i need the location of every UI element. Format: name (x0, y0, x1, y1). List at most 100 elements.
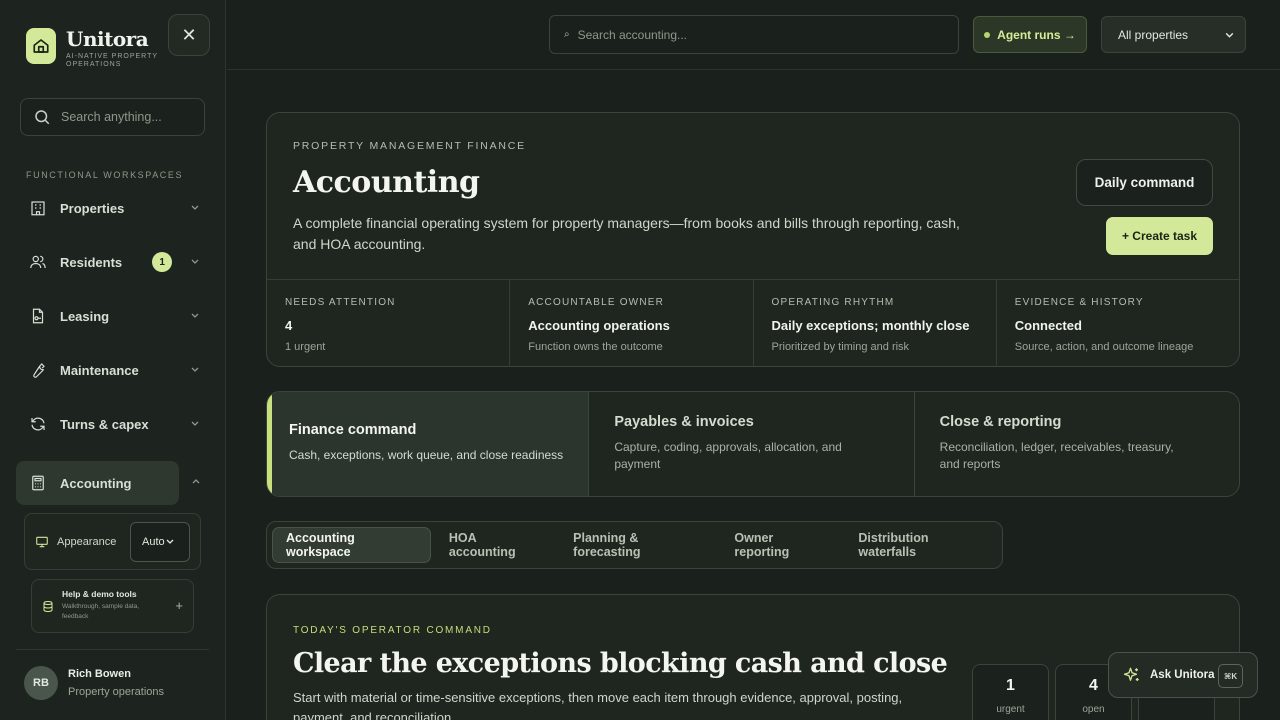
user-profile[interactable]: RB Rich Bowen Property operations (24, 666, 164, 700)
metric-label: open (1082, 704, 1105, 715)
segment-title: Close & reporting (939, 414, 1062, 430)
ask-label: Ask Unitora (1150, 669, 1215, 681)
calculator-icon (28, 473, 48, 493)
tab-planning-forecasting[interactable]: Planning & forecasting (560, 527, 716, 563)
accounting-hero: PROPERTY MANAGEMENT FINANCE Accounting A… (266, 112, 1240, 367)
close-icon: ✕ (181, 24, 197, 45)
house-icon (26, 28, 56, 64)
stat-evidence-history: EVIDENCE & HISTORY Connected Source, act… (997, 280, 1239, 367)
accounting-search-input[interactable]: ⌕ Search accounting... (549, 15, 959, 54)
metric-value: 1 (1006, 677, 1015, 694)
metric-label: urgent (996, 704, 1025, 715)
sidebar-item-accounting[interactable]: Accounting (16, 461, 200, 505)
sidebar-item-label: Turns & capex (60, 416, 149, 432)
operator-command-card: TODAY'S OPERATOR COMMAND Clear the excep… (266, 594, 1240, 720)
ops-description: Start with material or time-sensitive ex… (293, 690, 903, 720)
sidebar-item-label: Maintenance (60, 362, 139, 378)
close-sidebar-button[interactable]: ✕ (168, 14, 210, 56)
accounting-tabs: Accounting workspace HOA accounting Plan… (266, 521, 1003, 569)
segment-title: Finance command (289, 422, 417, 438)
property-filter-select[interactable]: All properties (1101, 16, 1246, 53)
stat-accountable-owner: ACCOUNTABLE OWNER Accounting operations … (510, 280, 754, 367)
sidebar-item-properties[interactable]: Properties (16, 186, 210, 230)
stat-label: ACCOUNTABLE OWNER (528, 297, 665, 308)
user-role: Property operations (68, 686, 164, 698)
sparkle-icon (1123, 667, 1139, 681)
chevron-down-icon (190, 416, 200, 431)
stat-sub: Function owns the outcome (528, 341, 663, 353)
segment-title: Payables & invoices (614, 414, 754, 430)
daily-command-button[interactable]: Daily command (1076, 159, 1213, 206)
hero-eyebrow: PROPERTY MANAGEMENT FINANCE (293, 140, 526, 152)
agent-runs-button[interactable]: Agent runs → (973, 16, 1087, 53)
segment-desc: Cash, exceptions, work queue, and close … (289, 448, 564, 462)
workspace-segments: Finance command Cash, exceptions, work q… (266, 391, 1240, 497)
stat-operating-rhythm: OPERATING RHYTHM Daily exceptions; month… (754, 280, 997, 367)
help-subtitle: Walkthrough, sample data, feedback (62, 603, 140, 620)
database-icon (42, 600, 54, 618)
tab-distribution-waterfalls[interactable]: Distribution waterfalls (845, 527, 997, 563)
stat-needs-attention: NEEDS ATTENTION 4 1 urgent (267, 280, 511, 367)
plus-icon: + (175, 598, 183, 613)
sidebar-item-turns-capex[interactable]: Turns & capex (16, 402, 210, 446)
ask-assistant-button[interactable]: Ask Unitora ⌘K (1108, 652, 1258, 698)
sidebar-item-label: Leasing (60, 308, 110, 324)
appearance-setting: Appearance Auto (24, 513, 201, 570)
create-task-button[interactable]: + Create task (1106, 217, 1213, 255)
help-title: Help & demo tools (62, 589, 137, 599)
segment-desc: Capture, coding, approvals, allocation, … (614, 440, 842, 471)
document-icon (28, 306, 48, 326)
page-title: Accounting (293, 165, 480, 200)
chevron-down-icon (190, 200, 200, 215)
search-icon (35, 110, 50, 125)
tab-accounting-workspace[interactable]: Accounting workspace (272, 527, 431, 563)
sidebar-item-label: Properties (60, 200, 125, 216)
stat-sub: 1 urgent (285, 341, 326, 353)
chevron-down-icon (190, 254, 200, 269)
sidebar-item-label: Accounting (60, 475, 132, 491)
section-label: FUNCTIONAL WORKSPACES (26, 170, 184, 180)
stat-value: Daily exceptions; monthly close (771, 318, 970, 333)
property-filter-value: All properties (1118, 27, 1189, 42)
ops-eyebrow: TODAY'S OPERATOR COMMAND (293, 625, 492, 636)
segment-desc: Reconciliation, ledger, receivables, tre… (939, 440, 1174, 471)
status-dot-icon (984, 31, 991, 38)
tab-hoa-accounting[interactable]: HOA accounting (436, 527, 555, 563)
stat-value: Connected (1014, 318, 1082, 333)
chevron-down-icon (165, 536, 183, 549)
segment-payables-invoices[interactable]: Payables & invoices Capture, coding, app… (589, 392, 915, 496)
appearance-label: Appearance (57, 535, 117, 548)
monitor-icon (36, 536, 48, 547)
agent-runs-label: Agent runs → (997, 27, 1076, 42)
appearance-value: Auto (142, 536, 165, 548)
users-icon (28, 252, 48, 272)
building-icon (28, 198, 48, 218)
brand-name: Unitora (66, 27, 149, 51)
search-icon: ⌕ (564, 29, 570, 40)
stat-label: OPERATING RHYTHM (771, 297, 895, 308)
ops-title: Clear the exceptions blocking cash and c… (293, 648, 948, 679)
sidebar-item-maintenance[interactable]: Maintenance (16, 348, 210, 392)
metric-urgent: 1 urgent (972, 664, 1049, 720)
brand[interactable]: Unitora AI-NATIVE PROPERTY OPERATIONS (26, 28, 166, 69)
sidebar-item-residents[interactable]: Residents 1 (16, 240, 210, 284)
stat-label: EVIDENCE & HISTORY (1014, 297, 1144, 308)
sidebar-item-leasing[interactable]: Leasing (16, 294, 210, 338)
stat-sub: Prioritized by timing and risk (771, 341, 910, 353)
refresh-icon (28, 414, 48, 434)
chevron-up-icon (191, 475, 201, 490)
sidebar: Unitora AI-NATIVE PROPERTY OPERATIONS ✕ … (0, 0, 226, 720)
chevron-down-icon (190, 308, 200, 323)
stat-value: 4 (285, 318, 293, 333)
user-name: Rich Bowen (68, 668, 131, 680)
help-demo-tools[interactable]: Help & demo tools Walkthrough, sample da… (31, 579, 194, 633)
sidebar-search-placeholder: Search anything... (61, 110, 162, 124)
segment-finance-command[interactable]: Finance command Cash, exceptions, work q… (267, 392, 590, 496)
segment-close-reporting[interactable]: Close & reporting Reconciliation, ledger… (915, 392, 1239, 496)
tab-owner-reporting[interactable]: Owner reporting (721, 527, 840, 563)
sidebar-search-input[interactable]: Search anything... (20, 98, 205, 136)
stat-value: Accounting operations (528, 318, 670, 333)
sidebar-item-label: Residents (60, 254, 123, 270)
appearance-select[interactable]: Auto (130, 522, 190, 562)
divider (16, 649, 209, 650)
